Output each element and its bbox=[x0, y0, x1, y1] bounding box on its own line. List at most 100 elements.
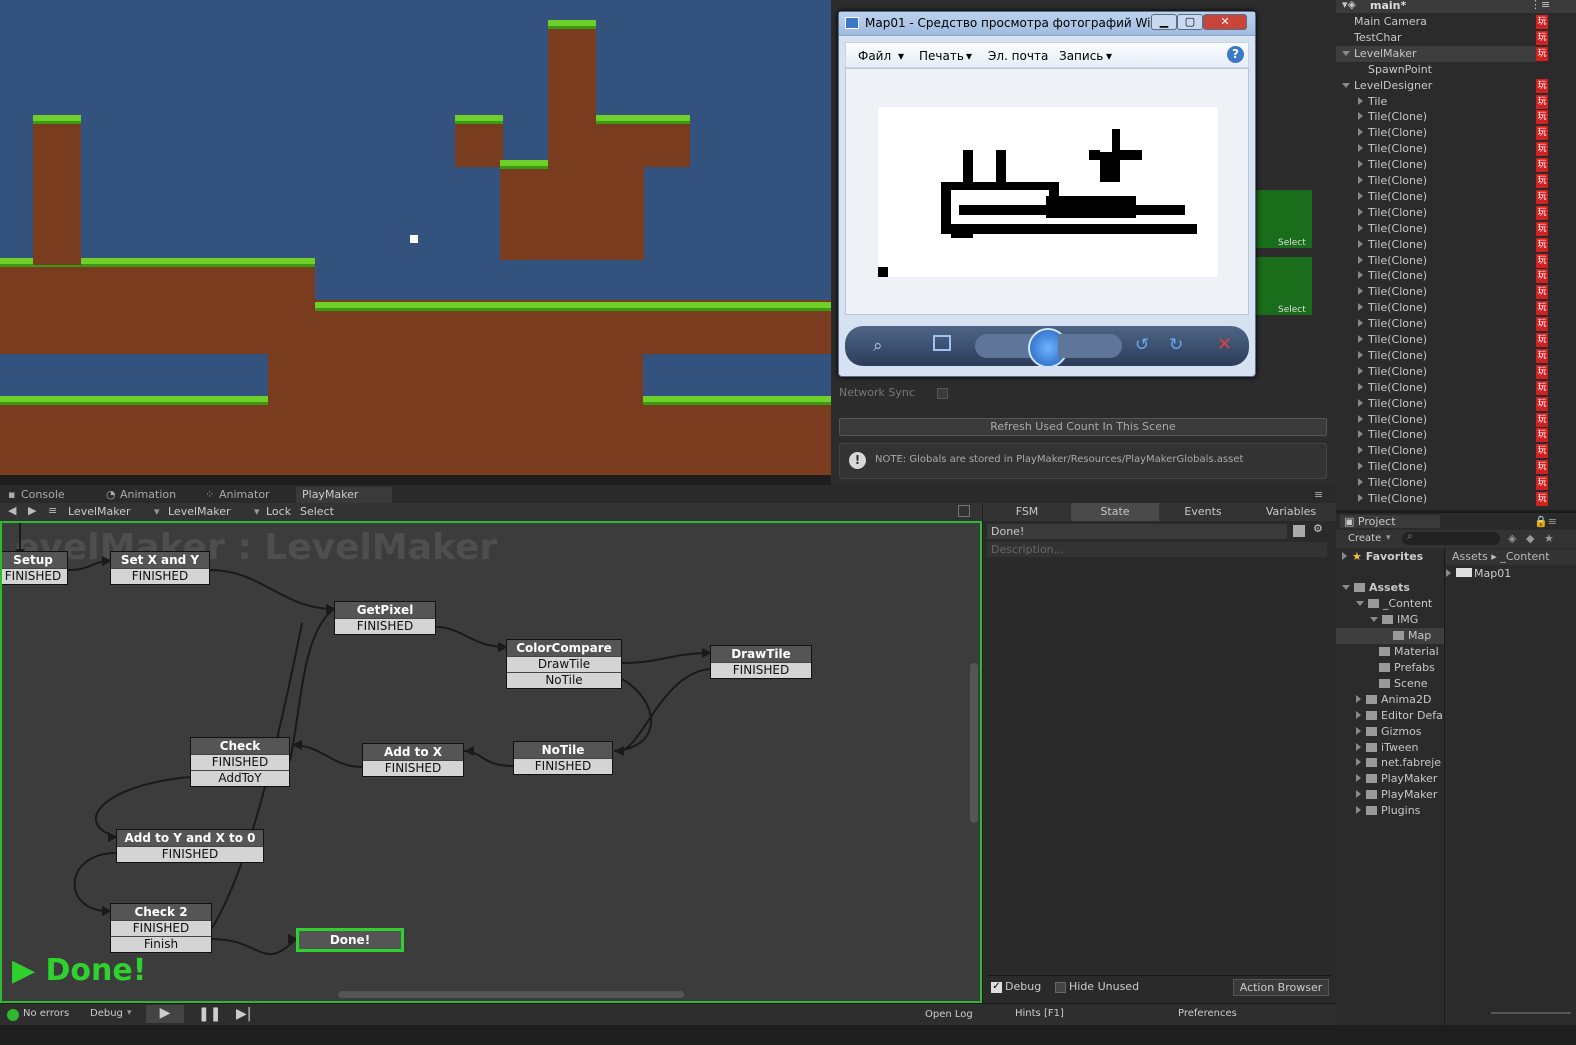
tab-animation[interactable]: Animation bbox=[120, 487, 176, 503]
project-folder[interactable]: Anima2D bbox=[1336, 692, 1444, 708]
expand-arrow-icon[interactable] bbox=[1356, 600, 1364, 606]
collapse-arrow-icon[interactable] bbox=[1358, 207, 1363, 216]
pause-button[interactable]: ❚❚ bbox=[198, 1006, 221, 1022]
collapse-arrow-icon[interactable] bbox=[1358, 239, 1363, 248]
tile-preview[interactable]: Select bbox=[1256, 190, 1312, 248]
hierarchy-item[interactable]: Tile(Clone) bbox=[1336, 316, 1536, 332]
gear-icon[interactable]: ⚙ bbox=[1313, 522, 1323, 535]
project-folder[interactable]: Prefabs bbox=[1336, 660, 1444, 676]
collapse-arrow-icon[interactable] bbox=[1358, 303, 1363, 312]
playmaker-badge-icon[interactable]: 玩 bbox=[1536, 492, 1548, 506]
forward-icon[interactable]: ▶ bbox=[28, 504, 36, 517]
filter-label-icon[interactable]: ◆ bbox=[1526, 532, 1534, 545]
hierarchy-item[interactable]: Tile(Clone) bbox=[1336, 109, 1536, 125]
title-bar[interactable]: Map01 - Средство просмотра фотографий Wi… bbox=[839, 12, 1255, 36]
fsm-state-node[interactable]: Setup FINISHED bbox=[2, 551, 68, 585]
project-folder[interactable]: IMG bbox=[1336, 612, 1444, 628]
project-folder[interactable]: Plugins bbox=[1336, 803, 1444, 819]
zoom-icon[interactable]: ⌕ bbox=[873, 336, 883, 356]
menu-burn[interactable]: Запись bbox=[1059, 49, 1103, 63]
debug-checkbox[interactable]: ✓ bbox=[991, 982, 1002, 993]
collapse-arrow-icon[interactable] bbox=[1358, 398, 1363, 407]
lock-button[interactable]: Lock bbox=[266, 505, 291, 518]
fit-icon[interactable] bbox=[933, 335, 951, 351]
maximize-icon[interactable] bbox=[958, 505, 970, 517]
action-browser-button[interactable]: Action Browser bbox=[1233, 979, 1329, 996]
delete-icon[interactable]: ✕ bbox=[1217, 334, 1232, 355]
menu-file[interactable]: Файл bbox=[858, 49, 891, 63]
playmaker-badge-icon[interactable]: 玩 bbox=[1536, 476, 1548, 491]
hierarchy-item[interactable]: Tile(Clone) bbox=[1336, 221, 1536, 237]
hierarchy-item[interactable]: Tile(Clone) bbox=[1336, 332, 1536, 348]
hierarchy-item[interactable]: Tile(Clone) bbox=[1336, 284, 1536, 300]
fsm-state-node[interactable]: Add to Y and X to 0 FINISHED bbox=[116, 829, 264, 863]
transition-event[interactable]: FINISHED bbox=[363, 760, 463, 776]
playmaker-badge-icon[interactable]: 玩 bbox=[1536, 460, 1548, 475]
hierarchy-item[interactable]: Tile(Clone) bbox=[1336, 380, 1536, 396]
playmaker-badge-icon[interactable]: 玩 bbox=[1536, 364, 1548, 379]
collapse-arrow-icon[interactable] bbox=[1358, 319, 1363, 328]
project-folder[interactable]: Scene bbox=[1336, 676, 1444, 692]
tab-project[interactable]: ▣ Project bbox=[1340, 515, 1440, 528]
zoom-slider[interactable] bbox=[1491, 1012, 1571, 1014]
list-icon[interactable]: ≡ bbox=[48, 504, 57, 517]
rotate-left-icon[interactable]: ↺ bbox=[1135, 335, 1149, 355]
hierarchy-item[interactable]: SpawnPoint bbox=[1336, 62, 1536, 78]
collapse-arrow-icon[interactable] bbox=[1358, 191, 1363, 200]
project-folder[interactable]: Material bbox=[1336, 644, 1444, 660]
collapse-arrow-icon[interactable] bbox=[1356, 790, 1361, 799]
fsm-state-node[interactable]: Set X and Y FINISHED bbox=[110, 551, 210, 585]
playmaker-badge-icon[interactable]: 玩 bbox=[1536, 126, 1548, 141]
hierarchy-item[interactable]: LevelMaker bbox=[1336, 45, 1536, 62]
playmaker-badge-icon[interactable]: 玩 bbox=[1536, 348, 1548, 363]
project-folder[interactable]: PlayMaker bbox=[1336, 787, 1444, 803]
project-folder[interactable]: PlayMaker bbox=[1336, 771, 1444, 787]
photo-viewer-window[interactable]: Map01 - Средство просмотра фотографий Wi… bbox=[838, 11, 1256, 377]
hierarchy-item[interactable]: Tile(Clone) bbox=[1336, 173, 1536, 189]
fsm-state-node[interactable]: Add to X FINISHED bbox=[362, 743, 464, 777]
fsm-graph[interactable]: LevelMaker : LevelMaker Setup FINISHED S… bbox=[0, 521, 982, 1003]
collapse-arrow-icon[interactable] bbox=[1358, 96, 1363, 105]
playmaker-badge-icon[interactable]: 玩 bbox=[1536, 94, 1548, 109]
transition-event[interactable]: FINISHED bbox=[111, 920, 211, 936]
hierarchy-item[interactable]: Main Camera bbox=[1336, 14, 1536, 30]
hierarchy-item[interactable]: Tile(Clone) bbox=[1336, 443, 1536, 459]
hierarchy-item[interactable]: Tile(Clone) bbox=[1336, 459, 1536, 475]
playmaker-badge-icon[interactable]: 玩 bbox=[1536, 428, 1548, 443]
collapse-arrow-icon[interactable] bbox=[1356, 710, 1361, 719]
fsm-state-node[interactable]: Check 2 FINISHED Finish bbox=[110, 903, 212, 953]
playmaker-badge-icon[interactable]: 玩 bbox=[1536, 15, 1548, 29]
playmaker-badge-icon[interactable]: 玩 bbox=[1536, 301, 1548, 316]
expand-arrow-icon[interactable] bbox=[1342, 585, 1350, 590]
playmaker-badge-icon[interactable]: 玩 bbox=[1536, 189, 1548, 204]
hierarchy-item[interactable]: Tile(Clone) bbox=[1336, 475, 1536, 491]
transition-event[interactable]: DrawTile bbox=[507, 656, 621, 672]
back-icon[interactable]: ◀ bbox=[8, 504, 16, 517]
fsm-state-node[interactable]: Done! bbox=[296, 928, 404, 952]
collapse-arrow-icon[interactable] bbox=[1358, 462, 1363, 471]
filter-type-icon[interactable]: ◈ bbox=[1508, 532, 1516, 545]
hierarchy-item[interactable]: Tile(Clone) bbox=[1336, 189, 1536, 205]
rotate-right-icon[interactable]: ↻ bbox=[1169, 335, 1183, 355]
tile-preview[interactable]: Select bbox=[1256, 257, 1312, 315]
collapse-arrow-icon[interactable] bbox=[1358, 335, 1363, 343]
transition-event[interactable]: FINISHED bbox=[514, 758, 612, 774]
hierarchy-item[interactable]: LevelDesigner bbox=[1336, 78, 1536, 94]
hierarchy-item[interactable]: Tile bbox=[1336, 94, 1536, 110]
network-sync-checkbox[interactable] bbox=[937, 388, 948, 399]
playmaker-badge-icon[interactable]: 玩 bbox=[1536, 205, 1548, 220]
hierarchy-item[interactable]: Tile(Clone) bbox=[1336, 427, 1536, 443]
menu-icon[interactable]: ⋮≡ bbox=[1530, 0, 1550, 11]
transition-event[interactable]: FINISHED bbox=[335, 618, 435, 634]
hierarchy-item[interactable]: Tile(Clone) bbox=[1336, 157, 1536, 173]
menu-print[interactable]: Печать bbox=[919, 49, 964, 63]
tab-menu-icon[interactable]: ≡ bbox=[1314, 487, 1323, 503]
collapse-arrow-icon[interactable] bbox=[1358, 350, 1363, 359]
menu-email[interactable]: Эл. почта bbox=[988, 49, 1048, 63]
step-button[interactable]: ▶| bbox=[236, 1006, 251, 1022]
hierarchy-item[interactable]: Tile(Clone) bbox=[1336, 396, 1536, 412]
playmaker-badge-icon[interactable]: 玩 bbox=[1536, 333, 1548, 347]
star-icon[interactable]: ★ bbox=[1544, 532, 1554, 545]
collapse-arrow-icon[interactable] bbox=[1358, 366, 1363, 375]
collapse-arrow-icon[interactable] bbox=[1358, 414, 1363, 423]
